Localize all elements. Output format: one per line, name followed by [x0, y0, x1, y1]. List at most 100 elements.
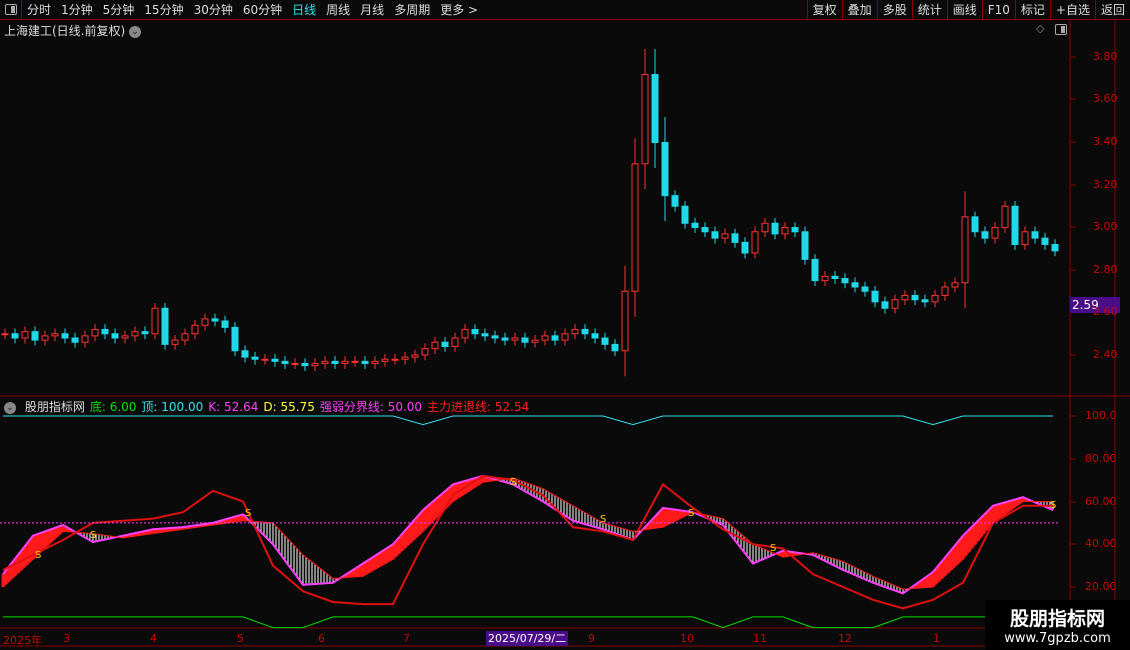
signal-s-marker: S — [90, 530, 96, 541]
candle-body — [801, 231, 809, 260]
candle-body — [861, 286, 869, 292]
cursor-date-tag: 2025/07/29/二 — [486, 631, 569, 646]
indicator-menu-icon[interactable]: ⌄ — [4, 401, 16, 414]
indicator-header: ⌄ 股朋指标网 底: 6.00 顶: 100.00 K: 52.64 D: 55.75 强… — [4, 398, 534, 415]
indicator-name[interactable]: 股朋指标网 — [25, 400, 85, 414]
indicator-axis-label: 40.00 — [1085, 537, 1117, 550]
candle-body — [21, 331, 29, 339]
candle-body — [251, 356, 259, 360]
candle-body — [261, 358, 269, 361]
candle-body — [701, 227, 709, 233]
candle-body — [741, 241, 749, 254]
time-axis-label: 11 — [753, 632, 767, 645]
candle-body — [981, 231, 989, 239]
candle-body — [511, 337, 519, 341]
bottom-line — [3, 616, 1053, 629]
time-axis-label: 9 — [588, 632, 595, 645]
candle-body — [941, 286, 949, 296]
candle-body — [661, 142, 669, 197]
candle-body — [241, 350, 249, 358]
watermark: 股朋指标网 www.7gpzb.com — [985, 600, 1130, 650]
indicator-axis-label: 100.0 — [1085, 409, 1117, 422]
candle-body — [711, 231, 719, 239]
candle-body — [951, 282, 959, 288]
chart-canvas[interactable]: S S S S S S S S — [0, 0, 1130, 650]
indicator-axis-label: 80.00 — [1085, 452, 1117, 465]
candle-body — [411, 354, 419, 358]
price-axis-label: 2.60 — [1093, 305, 1118, 318]
candle-body — [31, 331, 39, 341]
candle-body — [481, 333, 489, 337]
indicator-value: 主力进退线: 52.54 — [427, 400, 530, 414]
candle-body — [571, 329, 579, 335]
candle-body — [1031, 231, 1039, 239]
indicator-axis-label: 20.00 — [1085, 580, 1117, 593]
candle-body — [1021, 231, 1029, 245]
candle-body — [281, 360, 289, 364]
candle-body — [751, 231, 759, 254]
candle-body — [891, 299, 899, 309]
price-axis-label: 2.80 — [1093, 263, 1118, 276]
price-axis-label: 2.40 — [1093, 348, 1118, 361]
k-line — [2, 474, 1054, 595]
indicator-axis-label: 60.00 — [1085, 495, 1117, 508]
signal-s-marker: S — [688, 508, 694, 519]
candle-body — [871, 290, 879, 303]
d-line — [2, 477, 1053, 590]
time-axis-label: 2025年 — [3, 634, 42, 647]
candle-body — [601, 337, 609, 345]
top-line — [3, 415, 1053, 426]
candle-body — [821, 275, 829, 282]
price-axis-label: 3.00 — [1093, 220, 1118, 233]
time-axis-label: 7 — [403, 632, 410, 645]
price-axis-label: 3.20 — [1093, 178, 1118, 191]
candle-body — [1, 333, 9, 336]
indicator-value: D: 55.75 — [263, 400, 315, 414]
candle-body — [621, 290, 629, 352]
candle-body — [141, 331, 149, 335]
candle-body — [401, 356, 409, 360]
time-axis-label: 6 — [318, 632, 325, 645]
signal-s-marker: S — [600, 514, 606, 525]
candle-body — [841, 278, 849, 284]
signal-s-marker: S — [245, 508, 251, 519]
candle-body — [61, 333, 69, 339]
candle-body — [791, 227, 799, 233]
watermark-url: www.7gpzb.com — [1004, 631, 1111, 646]
indicator-value: 顶: 100.00 — [141, 400, 204, 414]
candle-body — [911, 295, 919, 301]
indicator-value: 强弱分界线: 50.00 — [319, 400, 423, 414]
candle-body — [161, 307, 169, 345]
candle-body — [271, 358, 279, 362]
candle-body — [881, 301, 889, 309]
candle-body — [301, 363, 309, 367]
signal-s-marker: S — [510, 477, 516, 488]
candle-body — [131, 331, 139, 337]
candle-body — [471, 329, 479, 335]
candle-body — [431, 341, 439, 350]
candle-body — [231, 326, 239, 352]
candle-body — [361, 360, 369, 364]
candle-body — [11, 333, 19, 339]
candle-body — [971, 216, 979, 233]
candle-body — [781, 227, 789, 235]
candle-body — [731, 233, 739, 243]
candle-body — [91, 329, 99, 337]
candle-body — [961, 216, 969, 284]
candle-body — [561, 333, 569, 341]
candle-body — [461, 329, 469, 339]
candle-body — [71, 337, 79, 343]
candle-body — [931, 295, 939, 303]
candle-body — [341, 360, 349, 364]
candle-body — [81, 335, 89, 343]
candle-body — [771, 222, 779, 235]
watermark-name: 股朋指标网 — [1009, 608, 1105, 630]
candle-body — [41, 335, 49, 341]
indicator-value: 底: 6.00 — [89, 400, 137, 414]
signal-s-marker: S — [35, 550, 41, 561]
candle-body — [201, 318, 209, 326]
time-axis-label: 5 — [237, 632, 244, 645]
time-axis-label: 3 — [63, 632, 70, 645]
candle-body — [551, 335, 559, 341]
candle-body — [441, 341, 449, 347]
